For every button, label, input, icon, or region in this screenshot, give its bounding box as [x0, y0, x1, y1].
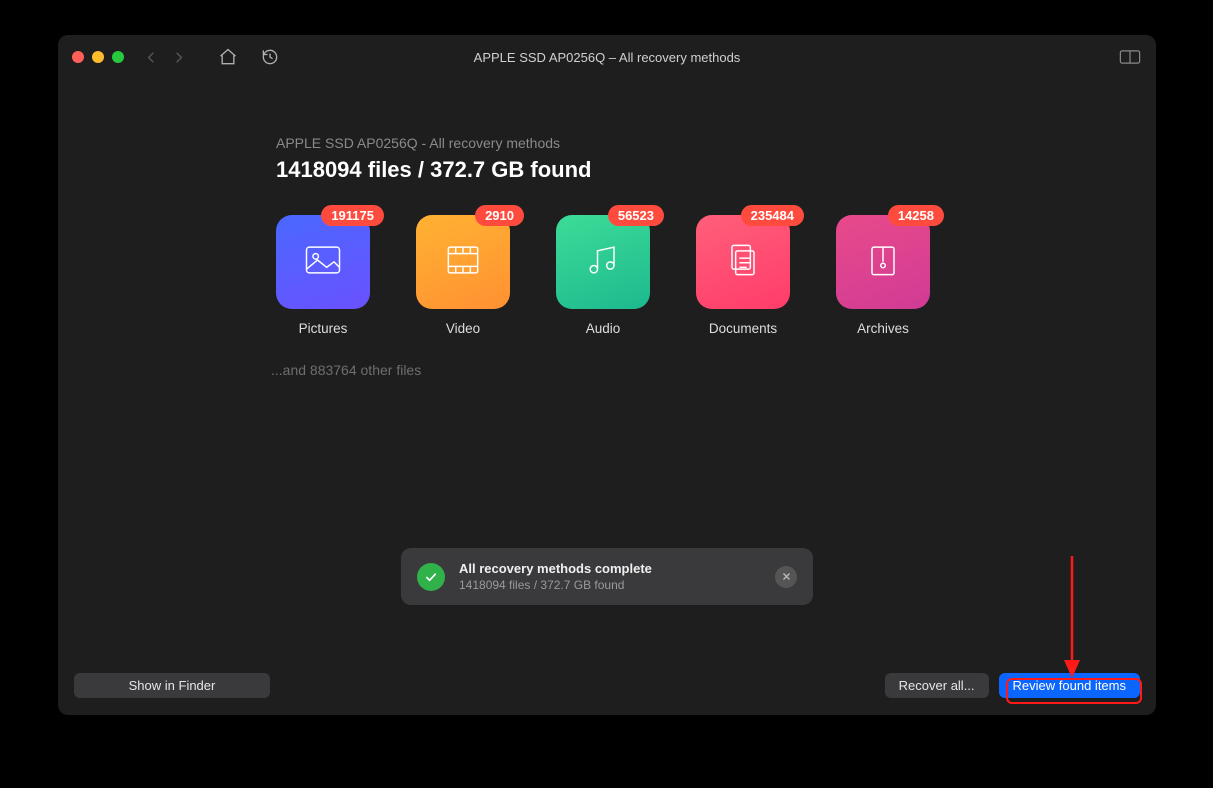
- category-label: Documents: [709, 321, 777, 336]
- category-audio[interactable]: 56523 Audio: [556, 215, 650, 336]
- image-icon: [301, 238, 345, 287]
- back-button[interactable]: [140, 46, 162, 68]
- badge-count: 56523: [608, 205, 664, 226]
- toast-subtitle: 1418094 files / 372.7 GB found: [459, 578, 761, 592]
- category-video[interactable]: 2910 Video: [416, 215, 510, 336]
- category-label: Pictures: [299, 321, 348, 336]
- badge-count: 191175: [321, 205, 384, 226]
- toast-close-button[interactable]: [775, 566, 797, 588]
- music-note-icon: [581, 238, 625, 287]
- archive-icon: [861, 238, 905, 287]
- review-found-items-button[interactable]: Review found items: [999, 673, 1140, 698]
- toolbar-icons: [218, 47, 280, 67]
- app-window: APPLE SSD AP0256Q – All recovery methods…: [58, 35, 1156, 715]
- scan-subtitle: APPLE SSD AP0256Q - All recovery methods: [276, 135, 1156, 151]
- toast-title: All recovery methods complete: [459, 561, 761, 576]
- scan-headline: 1418094 files / 372.7 GB found: [276, 157, 1156, 183]
- documents-tile: [696, 215, 790, 309]
- badge-count: 14258: [888, 205, 944, 226]
- category-pictures[interactable]: 191175 Pictures: [276, 215, 370, 336]
- category-archives[interactable]: 14258 Archives: [836, 215, 930, 336]
- main-content: APPLE SSD AP0256Q - All recovery methods…: [58, 79, 1156, 665]
- check-icon: [417, 563, 445, 591]
- video-tile: [416, 215, 510, 309]
- zoom-window-button[interactable]: [112, 51, 124, 63]
- category-label: Archives: [857, 321, 909, 336]
- recover-all-button[interactable]: Recover all...: [885, 673, 989, 698]
- home-icon[interactable]: [218, 47, 238, 67]
- badge-count: 2910: [475, 205, 524, 226]
- audio-tile: [556, 215, 650, 309]
- titlebar: APPLE SSD AP0256Q – All recovery methods: [58, 35, 1156, 79]
- window-controls: [72, 51, 124, 63]
- archives-tile: [836, 215, 930, 309]
- category-grid: 191175 Pictures 2910 Video 56523: [276, 215, 1156, 336]
- nav-arrows: [140, 46, 190, 68]
- category-label: Audio: [586, 321, 621, 336]
- footer-bar: Show in Finder Recover all... Review fou…: [58, 665, 1156, 715]
- history-icon[interactable]: [260, 47, 280, 67]
- show-in-finder-button[interactable]: Show in Finder: [74, 673, 270, 698]
- category-documents[interactable]: 235484 Documents: [696, 215, 790, 336]
- completion-toast: All recovery methods complete 1418094 fi…: [401, 548, 813, 605]
- minimize-window-button[interactable]: [92, 51, 104, 63]
- other-files-text: ...and 883764 other files: [271, 362, 1156, 378]
- close-window-button[interactable]: [72, 51, 84, 63]
- pictures-tile: [276, 215, 370, 309]
- category-label: Video: [446, 321, 480, 336]
- film-icon: [441, 238, 485, 287]
- document-icon: [721, 238, 765, 287]
- forward-button[interactable]: [168, 46, 190, 68]
- view-mode-toggle[interactable]: [1118, 48, 1142, 66]
- toast-body: All recovery methods complete 1418094 fi…: [459, 561, 761, 592]
- badge-count: 235484: [741, 205, 804, 226]
